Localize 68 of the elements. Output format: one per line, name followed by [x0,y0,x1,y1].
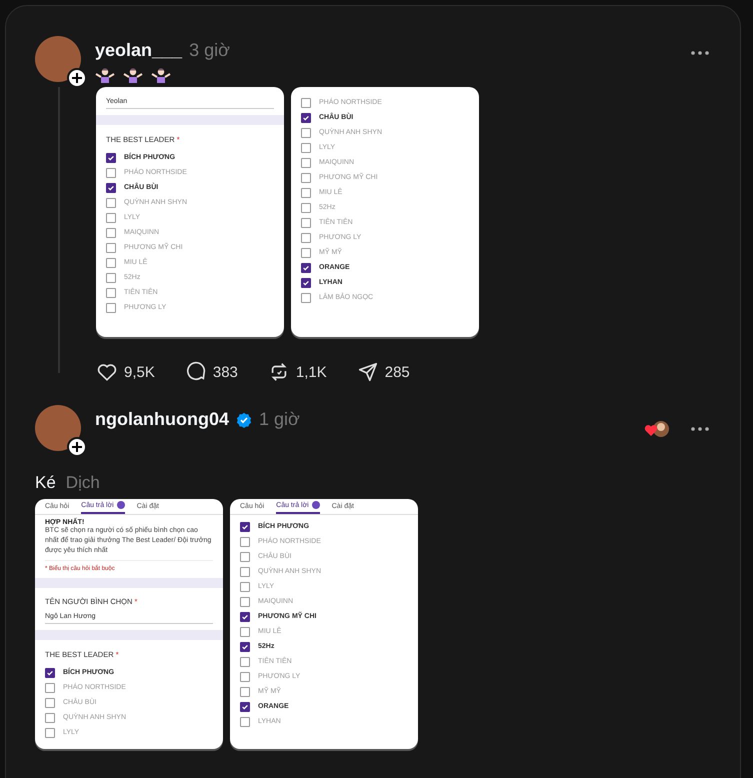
checkbox[interactable] [240,596,250,606]
comment-icon [184,361,207,383]
share-icon [356,361,379,383]
checkbox[interactable] [301,188,311,198]
shrug-emoji-icon [95,67,115,83]
checkbox[interactable] [240,582,250,592]
checkbox[interactable] [45,712,55,722]
checkbox[interactable] [301,142,311,152]
checkbox[interactable] [45,682,55,692]
post-text: Ké [35,473,56,493]
checkbox[interactable] [240,626,250,636]
shrug-emoji-icon [123,67,143,83]
checkbox[interactable] [106,288,116,298]
checkbox[interactable] [301,158,311,168]
checkbox[interactable] [301,128,311,138]
checkbox[interactable] [240,686,250,696]
shrug-emoji-icon [151,67,171,83]
checkbox[interactable] [106,168,116,178]
checkbox[interactable] [240,702,250,712]
checkbox[interactable] [106,152,116,162]
checkbox[interactable] [240,672,250,682]
checkbox[interactable] [301,232,311,242]
checkbox[interactable] [45,698,55,708]
checkbox[interactable] [301,98,311,108]
checkbox[interactable] [45,728,55,738]
checkbox[interactable] [301,112,311,122]
checkbox[interactable] [45,668,55,678]
checkbox[interactable] [240,612,250,622]
post-time: 1 giờ [259,409,300,430]
checkbox[interactable] [106,198,116,208]
action-button[interactable]: 383 [184,361,238,383]
avatar-photo-placeholder[interactable] [35,36,81,82]
username[interactable]: yeolan___ [95,40,182,61]
more-icon[interactable] [690,50,710,56]
action-button[interactable]: 1,1K [268,361,327,383]
action-button[interactable]: 285 [356,361,410,383]
checkbox[interactable] [301,248,311,258]
reaction-icon[interactable] [644,419,670,439]
checkbox[interactable] [106,212,116,222]
checkbox[interactable] [106,242,116,252]
checkbox[interactable] [301,202,311,212]
translate-link[interactable]: Dịch [66,473,100,493]
avatar-photo-placeholder[interactable] [35,405,81,451]
more-icon[interactable] [690,426,710,432]
heart-icon [96,361,118,383]
checkbox[interactable] [106,258,116,268]
checkbox[interactable] [240,522,250,532]
checkbox[interactable] [106,182,116,192]
checkbox[interactable] [240,566,250,576]
checkbox[interactable] [240,716,250,726]
username[interactable]: ngolanhuong04 [95,409,229,430]
post-time: 3 giờ [189,40,230,61]
checkbox[interactable] [301,292,311,302]
checkbox[interactable] [301,278,311,288]
checkbox[interactable] [106,302,116,312]
checkbox[interactable] [240,552,250,562]
checkbox[interactable] [106,228,116,238]
plus-icon[interactable] [67,437,87,457]
checkbox[interactable] [301,172,311,182]
form-screenshot[interactable] [35,499,223,749]
checkbox[interactable] [240,536,250,546]
checkbox[interactable] [240,656,250,666]
checkbox[interactable] [301,262,311,272]
checkbox[interactable] [106,272,116,282]
checkbox[interactable] [301,218,311,228]
plus-icon[interactable] [67,68,87,88]
checkbox[interactable] [240,642,250,652]
action-button[interactable]: 9,5K [96,361,155,383]
